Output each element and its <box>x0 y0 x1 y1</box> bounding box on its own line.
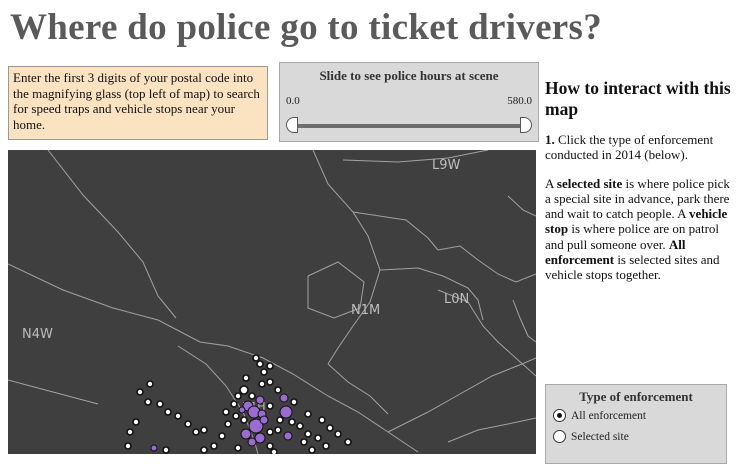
enforcement-marker[interactable] <box>314 434 322 442</box>
enforcement-marker[interactable] <box>150 444 158 452</box>
enforcement-marker[interactable] <box>248 392 256 400</box>
map-label-n4w: N4W <box>22 327 53 342</box>
enforcement-marker[interactable] <box>232 412 240 420</box>
enforcement-type-panel: Type of enforcement All enforcement Sele… <box>545 384 727 464</box>
option-all-enforcement[interactable]: All enforcement <box>546 405 726 426</box>
enforcement-marker[interactable] <box>266 362 274 370</box>
enforcement-marker[interactable] <box>156 400 164 408</box>
enforcement-marker[interactable] <box>126 428 134 436</box>
enforcement-marker[interactable] <box>318 416 326 424</box>
enforcement-marker[interactable] <box>259 415 269 425</box>
enforcement-marker[interactable] <box>234 444 242 452</box>
enforcement-marker[interactable] <box>344 438 352 446</box>
slider-track[interactable] <box>292 124 526 128</box>
enforcement-marker[interactable] <box>254 432 266 444</box>
slider-max-value: 580.0 <box>507 95 532 107</box>
enforcement-marker[interactable] <box>224 420 232 428</box>
enforcement-marker[interactable] <box>124 442 132 450</box>
enforcement-marker[interactable] <box>334 430 342 438</box>
slider-max-handle[interactable] <box>520 117 532 133</box>
enforcement-marker[interactable] <box>255 395 265 405</box>
enforcement-marker[interactable] <box>146 380 154 388</box>
enforcement-marker[interactable] <box>200 446 208 454</box>
def-text: is where police are on patrol and pull s… <box>545 221 720 252</box>
step-number: 1. <box>545 132 555 147</box>
enforcement-marker[interactable] <box>200 426 208 434</box>
enforcement-type-title: Type of enforcement <box>579 389 693 404</box>
option-label: All enforcement <box>571 409 647 422</box>
enforcement-marker[interactable] <box>238 406 246 414</box>
enforcement-marker[interactable] <box>256 360 264 368</box>
radio-all-enforcement[interactable] <box>553 409 566 422</box>
page-title: Where do police go to ticket drivers? <box>10 7 603 48</box>
enforcement-marker[interactable] <box>144 398 152 406</box>
enforcement-marker[interactable] <box>288 418 296 426</box>
enforcement-marker[interactable] <box>242 374 250 382</box>
map-label-n1m: N1M <box>351 303 380 318</box>
enforcement-marker[interactable] <box>239 385 249 395</box>
enforcement-marker[interactable] <box>274 426 282 434</box>
enforcement-marker[interactable] <box>260 368 268 376</box>
enforcement-marker[interactable] <box>222 408 230 416</box>
enforcement-marker[interactable] <box>266 402 274 410</box>
enforcement-marker[interactable] <box>210 442 218 450</box>
radio-selected-site[interactable] <box>553 430 566 443</box>
option-label: Selected site <box>571 430 629 443</box>
enforcement-marker[interactable] <box>308 446 316 454</box>
slider-min-handle[interactable] <box>286 117 298 133</box>
search-instructions: Enter the first 3 digits of your postal … <box>8 66 268 140</box>
enforcement-marker[interactable] <box>258 380 266 388</box>
instructions-panel: How to interact with this map 1. Click t… <box>545 78 731 296</box>
hours-slider-panel: Slide to see police hours at scene 0.0 5… <box>279 62 539 142</box>
enforcement-marker[interactable] <box>283 431 293 441</box>
def-term-selected-site: selected site <box>556 175 623 191</box>
option-selected-site[interactable]: Selected site <box>546 426 726 447</box>
enforcement-marker[interactable] <box>266 442 274 450</box>
map-label-l9w: L9W <box>432 158 461 173</box>
enforcement-marker[interactable] <box>279 393 289 403</box>
enforcement-marker[interactable] <box>234 392 242 400</box>
enforcement-marker[interactable] <box>162 446 170 454</box>
enforcement-marker[interactable] <box>270 448 278 454</box>
enforcement-marker[interactable] <box>266 428 274 436</box>
enforcement-marker[interactable] <box>132 418 140 426</box>
enforcement-marker[interactable] <box>266 378 274 386</box>
enforcement-marker[interactable] <box>274 386 282 394</box>
enforcement-marker[interactable] <box>247 437 257 447</box>
slider-label: Slide to see police hours at scene <box>319 68 499 83</box>
instructions-heading: How to interact with this map <box>545 78 731 119</box>
enforcement-marker[interactable] <box>240 416 248 424</box>
enforcement-marker[interactable] <box>230 400 238 408</box>
enforcement-marker[interactable] <box>300 438 308 446</box>
enforcement-marker[interactable] <box>326 424 334 432</box>
enforcement-marker[interactable] <box>164 408 172 416</box>
enforcement-marker[interactable] <box>290 398 298 406</box>
instructions-definitions: A selected site is where police pick a s… <box>545 176 731 283</box>
map-canvas[interactable]: L9W N1M L0N N4W N1H <box>8 150 536 454</box>
slider-min-value: 0.0 <box>286 95 300 107</box>
enforcement-marker[interactable] <box>240 428 252 440</box>
enforcement-marker[interactable] <box>218 432 226 440</box>
step-text: Click the type of enforcement conducted … <box>545 132 714 163</box>
enforcement-marker[interactable] <box>304 430 312 438</box>
enforcement-marker[interactable] <box>279 405 293 419</box>
enforcement-marker[interactable] <box>276 416 284 424</box>
instructions-step-1: 1. Click the type of enforcement conduct… <box>545 132 731 163</box>
enforcement-marker[interactable] <box>192 428 200 436</box>
enforcement-map[interactable]: L9W N1M L0N N4W N1H <box>8 150 536 454</box>
def-text: A <box>545 175 557 191</box>
enforcement-marker[interactable] <box>136 388 144 396</box>
enforcement-marker[interactable] <box>252 354 260 362</box>
enforcement-marker[interactable] <box>184 420 192 428</box>
enforcement-marker[interactable] <box>322 442 330 450</box>
map-label-l0n: L0N <box>444 292 469 307</box>
enforcement-marker[interactable] <box>304 410 312 418</box>
enforcement-marker[interactable] <box>174 412 182 420</box>
enforcement-marker[interactable] <box>296 422 304 430</box>
